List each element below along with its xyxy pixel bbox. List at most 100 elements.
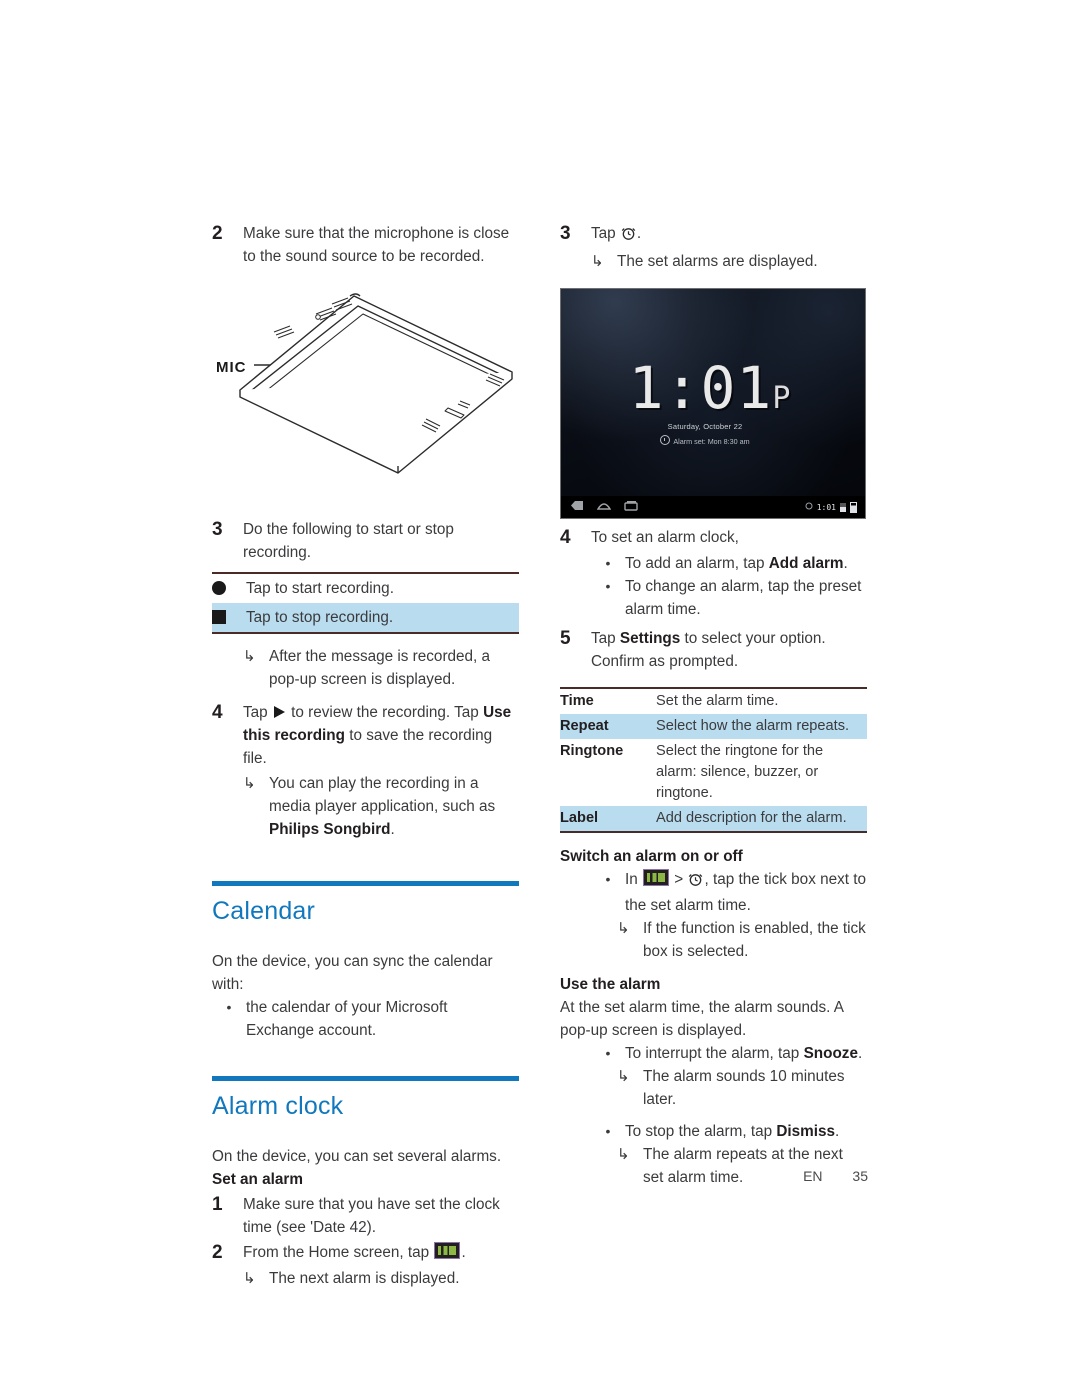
row-label: Repeat bbox=[560, 714, 656, 739]
arrow-icon: ↳ bbox=[617, 920, 630, 937]
left-step-3-result: ↳ After the message is recorded, a pop-u… bbox=[243, 645, 519, 691]
step-text: To set an alarm clock, bbox=[591, 529, 739, 546]
step-text: Tap Settings to select your option. Conf… bbox=[591, 627, 867, 673]
step-text-before: Tap bbox=[591, 225, 616, 242]
right-step-5: 5 Tap Settings to select your option. Co… bbox=[560, 627, 867, 673]
home-icon[interactable] bbox=[596, 498, 612, 516]
left-step-4-result: ↳ You can play the recording in a media … bbox=[243, 772, 519, 841]
bullet-text-after: . bbox=[857, 1045, 863, 1062]
bullet-dot-icon: • bbox=[605, 555, 611, 571]
result-text: If the function is enabled, the tick box… bbox=[643, 920, 866, 960]
switch-alarm-result: ↳ If the function is enabled, the tick b… bbox=[617, 917, 867, 963]
manual-page: 2 Make sure that the microphone is close… bbox=[0, 0, 1080, 1397]
calendar-intro: On the device, you can sync the calendar… bbox=[212, 953, 493, 993]
table-row: Tap to stop recording. bbox=[212, 603, 519, 634]
right-column: 3 Tap . ↳ The set alarms are displayed. bbox=[560, 222, 867, 1189]
list-item: • In > , tap the tick box next to the se… bbox=[591, 868, 867, 917]
screenshot-clock: 1:01P bbox=[561, 359, 859, 428]
bullet-text-after: . bbox=[843, 555, 848, 572]
use-the-alarm-intro: At the set alarm time, the alarm sounds.… bbox=[560, 999, 844, 1039]
step-text: Tap to review the recording. Tap Use thi… bbox=[243, 701, 519, 770]
bullet-dot-icon: • bbox=[605, 1045, 611, 1061]
left-column: 2 Make sure that the microphone is close… bbox=[212, 222, 519, 1290]
step-number: 3 bbox=[560, 223, 571, 244]
arrow-icon: ↳ bbox=[243, 775, 256, 792]
step-number: 2 bbox=[212, 1242, 223, 1263]
table-row: Tap to start recording. bbox=[212, 572, 519, 603]
tablet-illustration-svg bbox=[239, 293, 513, 474]
arrow-icon: ↳ bbox=[591, 253, 604, 270]
step-number: 4 bbox=[212, 702, 223, 723]
screenshot-date: Saturday, October 22 bbox=[667, 422, 743, 431]
page-footer: EN 35 bbox=[0, 1168, 1080, 1184]
table-row: Time Set the alarm time. bbox=[560, 687, 867, 714]
arrow-icon: ↳ bbox=[617, 1146, 630, 1163]
bullet-text: the calendar of your Microsoft Exchange … bbox=[246, 999, 448, 1039]
wifi-icon bbox=[840, 502, 846, 512]
arrow-icon: ↳ bbox=[243, 648, 256, 665]
separator-label: > bbox=[674, 871, 684, 888]
step-text: Tap . bbox=[591, 222, 867, 248]
screenshot-alarm-status: Alarm set: Mon 8:30 am bbox=[561, 435, 849, 446]
battery-icon bbox=[850, 501, 857, 513]
alarm-clock-section: Alarm clock bbox=[212, 1076, 519, 1123]
mini-alarm-icon bbox=[660, 435, 671, 445]
result-text: The alarm sounds 10 minutes later. bbox=[643, 1068, 845, 1108]
step-text-middle: to review the recording. Tap bbox=[291, 704, 479, 721]
bullet-dot-icon: • bbox=[605, 1123, 611, 1139]
arrow-icon: ↳ bbox=[243, 1270, 256, 1287]
section-divider bbox=[212, 881, 519, 886]
step-text: Do the following to start or stop record… bbox=[243, 521, 454, 561]
bullet-text-after: . bbox=[835, 1123, 840, 1140]
bullet-dot-icon: • bbox=[226, 999, 232, 1015]
step-text: From the Home screen, tap . bbox=[243, 1241, 519, 1264]
dismiss-label: Dismiss bbox=[776, 1123, 836, 1140]
bullet-text: To change an alarm, tap the preset alarm… bbox=[625, 578, 862, 618]
play-icon bbox=[273, 706, 285, 718]
step-text: Make sure that the microphone is close t… bbox=[243, 225, 510, 265]
add-alarm-label: Add alarm bbox=[768, 555, 844, 572]
back-icon[interactable] bbox=[570, 498, 584, 516]
stop-square-icon bbox=[212, 603, 246, 634]
step-text-after: . bbox=[461, 1244, 466, 1261]
settings-label: Settings bbox=[619, 630, 681, 647]
table-row: Ringtone Select the ringtone for the ala… bbox=[560, 739, 867, 806]
result-text: The set alarms are displayed. bbox=[617, 253, 818, 270]
tablet-mic-figure: MIC bbox=[212, 284, 532, 479]
bullet-dot-icon: • bbox=[605, 578, 611, 594]
row-desc: Select how the alarm repeats. bbox=[656, 714, 867, 739]
left-step-2: 2 Make sure that the microphone is close… bbox=[212, 222, 519, 268]
row-label: Ringtone bbox=[560, 743, 624, 759]
android-navbar: 1:01 bbox=[561, 496, 865, 518]
page-number: 35 bbox=[852, 1168, 868, 1184]
statusbar-time: 1:01 bbox=[816, 502, 836, 512]
right-step-3: 3 Tap . bbox=[560, 222, 867, 248]
alarm-step-2: 2 From the Home screen, tap . bbox=[212, 1241, 519, 1265]
result-text-before: You can play the recording in a media pl… bbox=[269, 775, 496, 815]
step-number: 2 bbox=[212, 223, 223, 244]
bullet-text-before: To add an alarm, tap bbox=[625, 555, 765, 572]
row-text: Tap to start recording. bbox=[246, 572, 519, 603]
record-circle-icon bbox=[212, 572, 246, 603]
list-item: • To interrupt the alarm, tap Snooze. bbox=[591, 1042, 867, 1065]
alarm-status-text: Alarm set: Mon 8:30 am bbox=[673, 437, 750, 446]
list-item: • the calendar of your Microsoft Exchang… bbox=[212, 996, 519, 1042]
android-clock-screenshot: 1:01P Saturday, October 22 Alarm set: Mo… bbox=[560, 288, 866, 519]
step-number: 5 bbox=[560, 628, 571, 649]
screenshot-ampm: P bbox=[772, 381, 792, 416]
philips-songbird-label: Philips Songbird bbox=[269, 821, 391, 838]
alarm-settings-table: Time Set the alarm time. Repeat Select h… bbox=[560, 687, 867, 833]
left-step-4: 4 Tap to review the recording. Tap Use t… bbox=[212, 701, 519, 770]
calendar-heading: Calendar bbox=[212, 897, 316, 925]
step-number: 1 bbox=[212, 1194, 223, 1215]
row-label: Label bbox=[560, 806, 656, 833]
clock-app-icon bbox=[434, 1242, 461, 1259]
table-row: Repeat Select how the alarm repeats. bbox=[560, 714, 867, 739]
result-text: After the message is recorded, a pop-up … bbox=[269, 648, 491, 688]
row-desc: Set the alarm time. bbox=[656, 687, 867, 714]
table-row: Label Add description for the alarm. bbox=[560, 806, 867, 833]
recents-icon[interactable] bbox=[624, 498, 638, 516]
list-item: • To stop the alarm, tap Dismiss. bbox=[591, 1120, 867, 1143]
switch-alarm-subhead: Switch an alarm on or off bbox=[560, 848, 743, 865]
step-text: Make sure that you have set the clock ti… bbox=[243, 1196, 500, 1236]
